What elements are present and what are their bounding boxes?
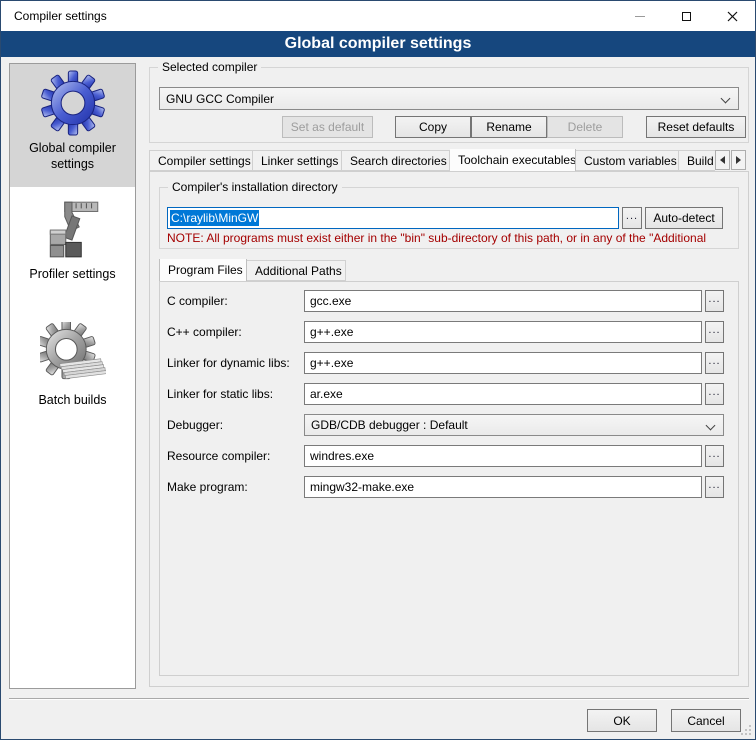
gray-gear-papers-icon <box>40 322 106 388</box>
close-icon <box>727 11 738 22</box>
blue-gear-icon <box>40 70 106 136</box>
tab-scroll-right-button[interactable] <box>731 150 746 170</box>
window-title: Compiler settings <box>14 9 107 23</box>
maximize-button[interactable] <box>663 1 709 31</box>
tab-linker-settings[interactable]: Linker settings <box>253 150 342 171</box>
c-compiler-browse-button[interactable]: ... <box>705 290 724 312</box>
sidebar-item-label: Profiler settings <box>29 266 115 282</box>
settings-category-list: Global compiler settings <box>9 63 136 689</box>
dynamic-linker-input[interactable] <box>304 352 702 374</box>
tab-custom-variables[interactable]: Custom variables <box>576 150 679 171</box>
debugger-select-value: GDB/CDB debugger : Default <box>311 418 468 432</box>
sidebar-item-profiler-settings[interactable]: Profiler settings <box>10 192 135 292</box>
install-dir-input[interactable]: C:\raylib\MinGW <box>167 207 619 229</box>
copy-button[interactable]: Copy <box>395 116 471 138</box>
static-linker-label: Linker for static libs: <box>167 387 273 401</box>
minimize-icon <box>635 16 645 17</box>
install-dir-selected-text: C:\raylib\MinGW <box>170 210 259 226</box>
rename-button[interactable]: Rename <box>471 116 547 138</box>
reset-defaults-button[interactable]: Reset defaults <box>646 116 746 138</box>
tab-search-directories[interactable]: Search directories <box>342 150 450 171</box>
resource-compiler-label: Resource compiler: <box>167 449 270 463</box>
tab-build-options[interactable]: Build options <box>679 150 715 171</box>
make-program-input[interactable] <box>304 476 702 498</box>
program-tab-strip: Program Files Additional Paths <box>159 259 459 281</box>
make-program-label: Make program: <box>167 480 248 494</box>
caption-buttons <box>617 1 755 31</box>
main-tab-strip: Compiler settings Linker settings Search… <box>149 149 715 171</box>
set-as-default-button[interactable]: Set as default <box>282 116 373 138</box>
make-program-browse-button[interactable]: ... <box>705 476 724 498</box>
footer-separator <box>9 698 749 700</box>
cpp-compiler-input[interactable] <box>304 321 702 343</box>
resource-compiler-browse-button[interactable]: ... <box>705 445 724 467</box>
debugger-label: Debugger: <box>167 418 223 432</box>
tab-additional-paths[interactable]: Additional Paths <box>247 260 346 281</box>
tab-scroll-arrows <box>715 150 746 170</box>
tab-toolchain-executables[interactable]: Toolchain executables <box>450 149 576 171</box>
install-dir-note: NOTE: All programs must exist either in … <box>167 231 735 245</box>
group-label: Compiler's installation directory <box>168 180 342 194</box>
compiler-settings-dialog: Compiler settings Global compiler settin… <box>0 0 756 740</box>
auto-detect-button[interactable]: Auto-detect <box>645 207 723 229</box>
resize-grip[interactable] <box>740 724 752 736</box>
cpp-compiler-label: C++ compiler: <box>167 325 242 339</box>
group-label: Selected compiler <box>158 60 261 74</box>
chevron-down-icon <box>706 421 716 431</box>
static-linker-input[interactable] <box>304 383 702 405</box>
static-linker-browse-button[interactable]: ... <box>705 383 724 405</box>
triangle-right-icon <box>736 156 741 164</box>
sidebar-item-global-compiler-settings[interactable]: Global compiler settings <box>10 64 135 187</box>
compiler-select-value: GNU GCC Compiler <box>166 92 274 106</box>
cpp-compiler-browse-button[interactable]: ... <box>705 321 724 343</box>
dynamic-linker-browse-button[interactable]: ... <box>705 352 724 374</box>
sidebar-item-batch-builds[interactable]: Batch builds <box>10 318 135 418</box>
sidebar-item-label: Batch builds <box>38 392 106 408</box>
dialog-header: Global compiler settings <box>1 31 755 57</box>
triangle-left-icon <box>720 156 725 164</box>
cancel-button[interactable]: Cancel <box>671 709 741 732</box>
maximize-icon <box>682 12 691 21</box>
compiler-select[interactable]: GNU GCC Compiler <box>159 87 739 110</box>
debugger-select[interactable]: GDB/CDB debugger : Default <box>304 414 724 436</box>
title-bar[interactable]: Compiler settings <box>1 1 755 31</box>
tab-compiler-settings[interactable]: Compiler settings <box>149 150 253 171</box>
sidebar-item-label: Global compiler settings <box>10 140 135 173</box>
resource-compiler-input[interactable] <box>304 445 702 467</box>
page-title: Global compiler settings <box>285 35 472 53</box>
caliper-icon <box>40 196 106 262</box>
chevron-down-icon <box>721 94 731 104</box>
delete-button[interactable]: Delete <box>547 116 623 138</box>
dynamic-linker-label: Linker for dynamic libs: <box>167 356 290 370</box>
c-compiler-input[interactable] <box>304 290 702 312</box>
c-compiler-label: C compiler: <box>167 294 228 308</box>
minimize-button[interactable] <box>617 1 663 31</box>
install-dir-browse-button[interactable]: ... <box>622 207 642 229</box>
close-button[interactable] <box>709 1 755 31</box>
tab-scroll-left-button[interactable] <box>715 150 730 170</box>
ok-button[interactable]: OK <box>587 709 657 732</box>
tab-program-files[interactable]: Program Files <box>159 259 247 281</box>
